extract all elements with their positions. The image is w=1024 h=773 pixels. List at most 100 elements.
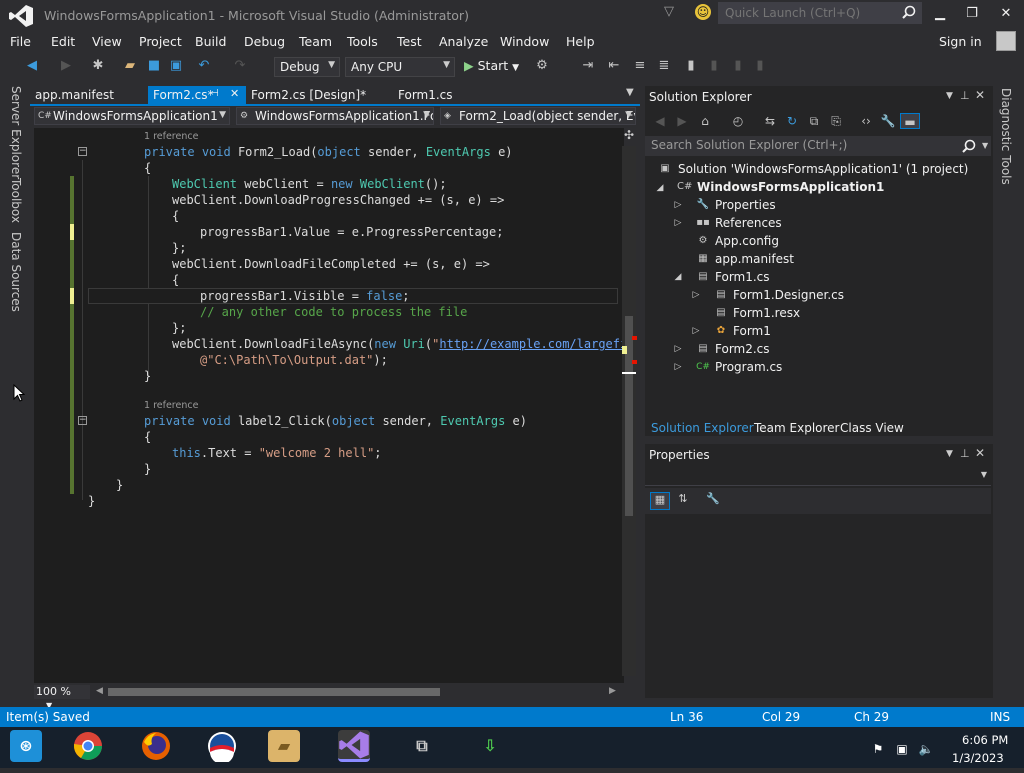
undo-icon[interactable]: ↶ xyxy=(196,58,212,74)
solution-configuration-select[interactable]: Debug ▼ xyxy=(274,57,340,77)
home-icon[interactable]: ⌂ xyxy=(697,113,713,129)
network-icon[interactable]: ▣ xyxy=(894,741,910,757)
bookmark-icon[interactable]: ▮ xyxy=(683,58,699,74)
account-icon[interactable] xyxy=(996,31,1016,51)
menu-edit[interactable]: Edit xyxy=(51,34,75,49)
scroll-left-icon[interactable]: ◀ xyxy=(96,686,103,696)
collapsed-arrow-icon[interactable]: ▷ xyxy=(691,290,701,300)
previous-bookmark-icon[interactable]: ▮ xyxy=(706,58,722,74)
browser-link-icon[interactable]: ⚙ xyxy=(534,58,550,74)
menu-team[interactable]: Team xyxy=(299,34,332,49)
notifications-filter-icon[interactable]: ▽ xyxy=(664,4,678,20)
clock-date[interactable]: 1/3/2023 xyxy=(952,751,1004,765)
tree-item-form1-cs[interactable]: Form1.cs xyxy=(715,268,770,286)
preview-selected-items-icon[interactable]: ▬ xyxy=(900,113,920,129)
menu-file[interactable]: File xyxy=(10,34,31,49)
chrome-icon[interactable] xyxy=(72,730,104,762)
task-view-icon[interactable]: ⧉ xyxy=(406,730,438,762)
step-into-icon[interactable]: ⇥ xyxy=(580,58,596,74)
editor-horizontal-scroll-thumb[interactable] xyxy=(108,688,440,696)
menu-build[interactable]: Build xyxy=(195,34,226,49)
collapsed-arrow-icon[interactable]: ▷ xyxy=(673,218,683,228)
back-icon[interactable]: ◀ xyxy=(652,113,668,129)
new-project-icon[interactable]: ✱ xyxy=(90,58,106,74)
menu-view[interactable]: View xyxy=(92,34,122,49)
collapsed-arrow-icon[interactable]: ▷ xyxy=(691,326,701,336)
expanded-arrow-icon[interactable]: ◢ xyxy=(655,183,665,193)
properties-wrench-icon[interactable]: 🔧 xyxy=(880,113,896,129)
save-all-icon[interactable]: ▣ xyxy=(168,58,184,74)
expanded-arrow-icon[interactable]: ◢ xyxy=(673,272,683,282)
clock-time[interactable]: 6:06 PM xyxy=(962,733,1008,747)
code-lens-references[interactable]: 1 reference xyxy=(144,131,198,142)
tab-class-view[interactable]: Class View xyxy=(840,421,904,435)
menu-help[interactable]: Help xyxy=(566,34,595,49)
tree-item-app-manifest[interactable]: app.manifest xyxy=(715,250,794,268)
menu-window[interactable]: Window xyxy=(500,34,549,49)
obama-logo-icon[interactable] xyxy=(206,730,238,764)
property-pages-icon[interactable]: 🔧 xyxy=(704,492,722,510)
search-icon[interactable] xyxy=(962,139,976,153)
collapse-region-icon[interactable]: − xyxy=(78,416,87,425)
tree-item-form1-resx[interactable]: Form1.resx xyxy=(733,304,800,322)
show-all-files-icon[interactable]: ⎘ xyxy=(828,113,844,129)
menu-tools[interactable]: Tools xyxy=(347,34,378,49)
member-nav-select[interactable]: ◈ Form2_Load(object sender, Eve ▼ xyxy=(440,107,636,125)
comment-lines-icon[interactable]: ≡ xyxy=(632,58,648,74)
start-debugging-button[interactable]: ▶ Start ▼ xyxy=(464,58,519,73)
open-file-icon[interactable]: ▰ xyxy=(122,58,138,74)
flag-icon[interactable]: ⚑ xyxy=(870,741,886,757)
properties-object-select[interactable]: ▼ xyxy=(645,466,991,486)
code-editor[interactable] xyxy=(34,128,624,683)
close-tab-icon[interactable]: ✕ xyxy=(230,87,239,100)
pin-icon[interactable]: ⊥ xyxy=(960,89,970,102)
sign-in-link[interactable]: Sign in xyxy=(939,34,982,49)
tree-item-form1-class[interactable]: Form1 xyxy=(733,322,771,340)
window-position-icon[interactable]: ▼ xyxy=(946,449,953,459)
clear-bookmarks-icon[interactable]: ▮ xyxy=(752,58,768,74)
tab-form2-design[interactable]: Form2.cs [Design]* xyxy=(251,88,366,102)
tab-team-explorer[interactable]: Team Explorer xyxy=(754,421,840,435)
solution-platform-select[interactable]: Any CPU ▼ xyxy=(345,57,455,77)
tree-item-properties[interactable]: Properties xyxy=(715,196,776,214)
tree-item-app-config[interactable]: App.config xyxy=(715,232,779,250)
split-editor-icon[interactable]: ✣ xyxy=(622,128,636,144)
sync-with-active-document-icon[interactable]: ⇆ xyxy=(762,113,778,129)
collapsed-arrow-icon[interactable]: ▷ xyxy=(673,362,683,372)
zoom-level-select[interactable]: 100 % ▼ xyxy=(34,685,90,710)
solution-explorer-search-input[interactable]: Search Solution Explorer (Ctrl+;) xyxy=(645,136,991,156)
tab-app-manifest[interactable]: app.manifest xyxy=(35,88,114,102)
collapse-region-icon[interactable]: − xyxy=(78,147,87,156)
tree-item-program-cs[interactable]: Program.cs xyxy=(715,358,782,376)
diagnostic-tools-tab[interactable]: Diagnostic Tools xyxy=(999,88,1013,185)
tab-overflow-icon[interactable]: ▼ xyxy=(626,87,634,98)
tree-item-form1-designer[interactable]: Form1.Designer.cs xyxy=(733,286,844,304)
restore-icon[interactable]: ❐ xyxy=(964,6,980,22)
pin-icon[interactable]: ⊣ xyxy=(210,88,219,99)
close-icon[interactable]: ✕ xyxy=(998,6,1014,22)
menu-test[interactable]: Test xyxy=(397,34,422,49)
collapsed-arrow-icon[interactable]: ▷ xyxy=(673,200,683,210)
forward-icon[interactable]: ▶ xyxy=(674,113,690,129)
pin-icon[interactable]: ⊥ xyxy=(960,447,970,460)
pending-changes-filter-icon[interactable]: ◴ xyxy=(730,113,746,129)
collapsed-arrow-icon[interactable]: ▷ xyxy=(673,344,683,354)
tab-form2-cs[interactable]: Form2.cs* ⊣ ✕ xyxy=(148,86,246,106)
close-panel-icon[interactable]: ✕ xyxy=(975,446,985,460)
window-position-icon[interactable]: ▼ xyxy=(946,91,953,101)
toolbox-tab[interactable]: Toolbox xyxy=(9,178,23,223)
save-icon[interactable]: ■ xyxy=(146,58,162,74)
scroll-right-icon[interactable]: ▶ xyxy=(609,686,616,696)
redo-icon[interactable]: ↷ xyxy=(232,58,248,74)
data-sources-tab[interactable]: Data Sources xyxy=(9,232,23,312)
volume-icon[interactable]: 🔈 xyxy=(918,741,934,757)
refresh-icon[interactable]: ↻ xyxy=(784,113,800,129)
start-menu-icon[interactable]: ⊛ xyxy=(10,730,42,762)
close-panel-icon[interactable]: ✕ xyxy=(975,88,985,102)
search-icon[interactable] xyxy=(902,5,916,19)
alphabetical-sort-icon[interactable]: ⇅ xyxy=(674,492,692,510)
firefox-icon[interactable] xyxy=(140,730,172,762)
back-icon[interactable]: ◀ xyxy=(24,58,40,74)
visual-studio-taskbar-icon[interactable] xyxy=(338,730,370,762)
tree-item-form2-cs[interactable]: Form2.cs xyxy=(715,340,770,358)
